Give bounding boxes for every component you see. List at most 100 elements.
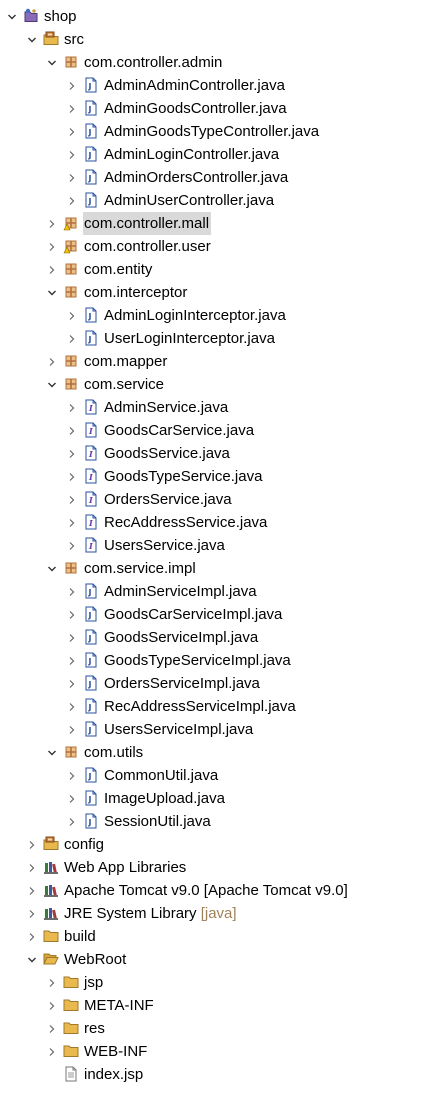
chevron-right-icon[interactable] [45,235,59,258]
chevron-right-icon[interactable] [65,120,79,143]
chevron-down-icon[interactable] [45,373,59,396]
tree-item-folder-META-INF[interactable]: META-INF [0,994,428,1017]
tree-item-package-com-controller-admin[interactable]: com.controller.admin [0,51,428,74]
chevron-down-icon[interactable] [5,5,19,28]
tree-item-file-UsersService[interactable]: I UsersService.java [0,534,428,557]
chevron-right-icon[interactable] [65,442,79,465]
package-icon [63,560,79,576]
tree-item-file-AdminService[interactable]: I AdminService.java [0,396,428,419]
tree-item-file-AdminGoodsTypeController[interactable]: J AdminGoodsTypeController.java [0,120,428,143]
chevron-right-icon[interactable] [65,488,79,511]
tree-item-file-SessionUtil[interactable]: J SessionUtil.java [0,810,428,833]
chevron-right-icon[interactable] [65,672,79,695]
chevron-right-icon[interactable] [65,626,79,649]
chevron-right-icon[interactable] [45,971,59,994]
chevron-right-icon[interactable] [45,350,59,373]
chevron-right-icon[interactable] [65,189,79,212]
chevron-down-icon[interactable] [45,281,59,304]
tree-item-folder-WebRoot[interactable]: WebRoot [0,948,428,971]
tree-item-label: Web App Libraries [63,856,188,879]
tree-item-project-shop[interactable]: shop [0,5,428,28]
chevron-right-icon[interactable] [45,212,59,235]
tree-item-file-AdminGoodsController[interactable]: J AdminGoodsController.java [0,97,428,120]
chevron-right-icon[interactable] [65,166,79,189]
chevron-right-icon[interactable] [65,419,79,442]
chevron-right-icon[interactable] [45,258,59,281]
tree-item-file-AdminAdminController[interactable]: J AdminAdminController.java [0,74,428,97]
tree-item-package-com-utils[interactable]: com.utils [0,741,428,764]
chevron-right-icon[interactable] [45,1040,59,1063]
chevron-right-icon[interactable] [25,856,39,879]
tree-item-folder-src[interactable]: src [0,28,428,51]
tree-item-file-GoodsServiceImpl[interactable]: J GoodsServiceImpl.java [0,626,428,649]
library-icon [43,905,59,921]
chevron-right-icon[interactable] [45,994,59,1017]
tree-item-file-OrdersServiceImpl[interactable]: J OrdersServiceImpl.java [0,672,428,695]
chevron-right-icon[interactable] [65,695,79,718]
chevron-right-icon[interactable] [65,534,79,557]
tree-item-file-RecAddressServiceImpl[interactable]: J RecAddressServiceImpl.java [0,695,428,718]
tree-item-package-com-controller-mall[interactable]: com.controller.mall [0,212,428,235]
chevron-right-icon[interactable] [65,74,79,97]
tree-item-folder-build[interactable]: build [0,925,428,948]
tree-item-file-UserLoginInterceptor[interactable]: J UserLoginInterceptor.java [0,327,428,350]
tree-item-file-OrdersService[interactable]: I OrdersService.java [0,488,428,511]
chevron-right-icon[interactable] [25,925,39,948]
java-class-icon: J [83,192,99,208]
tree-item-library-web-app[interactable]: Web App Libraries [0,856,428,879]
chevron-right-icon[interactable] [65,603,79,626]
tree-item-file-GoodsCarService[interactable]: I GoodsCarService.java [0,419,428,442]
tree-item-file-UsersServiceImpl[interactable]: J UsersServiceImpl.java [0,718,428,741]
chevron-right-icon[interactable] [65,143,79,166]
tree-item-file-RecAddressService[interactable]: I RecAddressService.java [0,511,428,534]
chevron-right-icon[interactable] [65,787,79,810]
tree-item-file-index-jsp[interactable]: index.jsp [0,1063,428,1086]
tree-item-package-com-service-impl[interactable]: com.service.impl [0,557,428,580]
chevron-right-icon[interactable] [65,649,79,672]
tree-item-package-com-controller-user[interactable]: com.controller.user [0,235,428,258]
tree-item-package-com-mapper[interactable]: com.mapper [0,350,428,373]
tree-item-file-ImageUpload[interactable]: J ImageUpload.java [0,787,428,810]
tree-item-library-jre[interactable]: JRE System Library [java] [0,902,428,925]
chevron-right-icon[interactable] [65,396,79,419]
tree-item-package-com-service[interactable]: com.service [0,373,428,396]
chevron-right-icon[interactable] [65,718,79,741]
chevron-right-icon[interactable] [65,465,79,488]
chevron-right-icon[interactable] [25,833,39,856]
chevron-right-icon[interactable] [65,304,79,327]
chevron-down-icon[interactable] [45,51,59,74]
tree-item-file-AdminLoginController[interactable]: J AdminLoginController.java [0,143,428,166]
tree-item-folder-jsp[interactable]: jsp [0,971,428,994]
tree-item-folder-config[interactable]: config [0,833,428,856]
chevron-right-icon[interactable] [45,1017,59,1040]
chevron-right-icon[interactable] [25,879,39,902]
chevron-right-icon[interactable] [65,327,79,350]
tree-item-file-GoodsTypeServiceImpl[interactable]: J GoodsTypeServiceImpl.java [0,649,428,672]
chevron-down-icon[interactable] [45,741,59,764]
tree-item-label: jsp [83,971,105,994]
tree-item-folder-res[interactable]: res [0,1017,428,1040]
tree-item-file-AdminServiceImpl[interactable]: J AdminServiceImpl.java [0,580,428,603]
tree-item-file-CommonUtil[interactable]: J CommonUtil.java [0,764,428,787]
chevron-right-icon[interactable] [65,97,79,120]
tree-item-file-GoodsTypeService[interactable]: I GoodsTypeService.java [0,465,428,488]
tree-item-file-AdminUserController[interactable]: J AdminUserController.java [0,189,428,212]
chevron-down-icon[interactable] [25,948,39,971]
tree-item-file-AdminLoginInterceptor[interactable]: J AdminLoginInterceptor.java [0,304,428,327]
tree-item-package-com-interceptor[interactable]: com.interceptor [0,281,428,304]
tree-item-file-GoodsService[interactable]: I GoodsService.java [0,442,428,465]
chevron-right-icon[interactable] [25,902,39,925]
chevron-down-icon[interactable] [25,28,39,51]
chevron-right-icon[interactable] [65,810,79,833]
tree-item-folder-WEB-INF[interactable]: WEB-INF [0,1040,428,1063]
tree-item-file-AdminOrdersController[interactable]: J AdminOrdersController.java [0,166,428,189]
chevron-right-icon[interactable] [65,580,79,603]
tree-item-file-GoodsCarServiceImpl[interactable]: J GoodsCarServiceImpl.java [0,603,428,626]
chevron-down-icon[interactable] [45,557,59,580]
chevron-right-icon[interactable] [65,764,79,787]
tree-item-library-tomcat[interactable]: Apache Tomcat v9.0 [Apache Tomcat v9.0] [0,879,428,902]
tree-item-label: AdminGoodsTypeController.java [103,120,321,143]
chevron-right-icon[interactable] [65,511,79,534]
tree-item-package-com-entity[interactable]: com.entity [0,258,428,281]
package-icon [63,261,79,277]
